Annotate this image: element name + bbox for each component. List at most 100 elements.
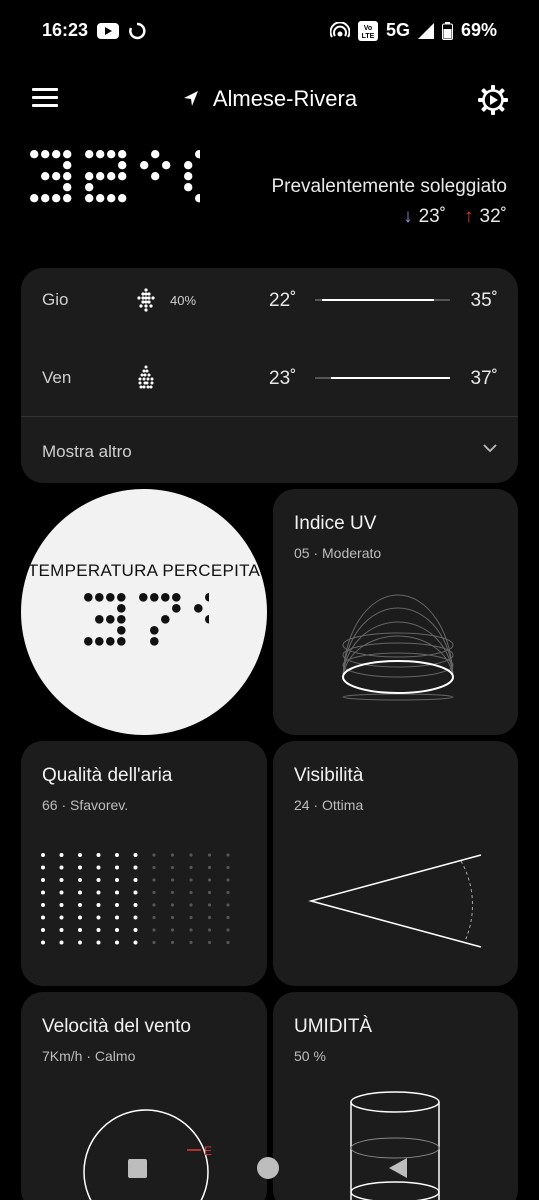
air-quality-dot bbox=[59, 915, 64, 920]
air-quality-dot bbox=[226, 865, 230, 870]
dot bbox=[118, 172, 127, 181]
dot bbox=[106, 593, 115, 602]
dot bbox=[106, 637, 115, 646]
dot bbox=[63, 150, 72, 159]
forecast-row-gio[interactable]: Gio 40% 22˚ 35˚ bbox=[21, 288, 518, 328]
air-quality-dot bbox=[115, 915, 119, 920]
air-quality-dot bbox=[41, 928, 45, 932]
air-quality-dot bbox=[189, 878, 193, 882]
visibility-tile[interactable]: Visibilità 24 · Ottima bbox=[273, 741, 518, 986]
dot bbox=[63, 172, 72, 181]
dot bbox=[117, 604, 126, 613]
air-quality-dot bbox=[96, 915, 101, 920]
air-quality-dot bbox=[96, 940, 101, 945]
forecast-precip: 40% bbox=[170, 293, 197, 308]
dot bbox=[85, 194, 94, 203]
wind-compass-graphic: E bbox=[83, 1109, 212, 1200]
feels-like-value bbox=[84, 593, 209, 646]
temp-range-track bbox=[315, 377, 450, 379]
dot bbox=[151, 172, 160, 181]
dot bbox=[107, 150, 116, 159]
home-nav-button[interactable] bbox=[257, 1157, 279, 1179]
air-quality-dot bbox=[226, 940, 230, 945]
visibility-subtitle: 24 · Ottima bbox=[294, 797, 364, 813]
signal-icon bbox=[417, 22, 434, 39]
air-quality-dot bbox=[189, 865, 193, 870]
forecast-high: 37˚ bbox=[470, 368, 498, 389]
air-quality-dot bbox=[41, 878, 45, 882]
forecast-low: 23˚ bbox=[269, 368, 297, 389]
air-quality-dot bbox=[59, 903, 64, 907]
air-quality-dot bbox=[96, 878, 101, 882]
dot bbox=[139, 593, 148, 602]
air-quality-dot bbox=[207, 903, 212, 907]
dot bbox=[41, 172, 50, 181]
air-quality-dot bbox=[115, 878, 119, 882]
dot bbox=[150, 626, 159, 635]
air-quality-dot bbox=[78, 853, 82, 857]
air-quality-dot bbox=[189, 890, 193, 895]
air-quality-dot bbox=[207, 940, 212, 945]
temp-range-track bbox=[315, 299, 450, 301]
show-more-label[interactable]: Mostra altro bbox=[42, 442, 132, 462]
dot bbox=[107, 194, 116, 203]
humidity-subtitle: 50 % bbox=[294, 1048, 326, 1064]
uv-index-tile[interactable]: Indice UV 05 · Moderato bbox=[273, 489, 518, 735]
forecast-high: 35˚ bbox=[470, 290, 498, 311]
air-quality-dot bbox=[152, 928, 156, 932]
air-quality-dot bbox=[226, 890, 230, 895]
air-quality-dot bbox=[59, 940, 64, 945]
forecast-card: Gio 40% 22˚ 35˚ Ven 23˚ 37˚ Mostra altro bbox=[21, 268, 518, 483]
uv-title: Indice UV bbox=[294, 513, 377, 534]
temp-range-fill bbox=[321, 299, 434, 301]
forecast-divider bbox=[21, 416, 518, 417]
hotspot-icon bbox=[329, 21, 350, 38]
dot bbox=[205, 593, 209, 602]
air-quality-tile[interactable]: Qualità dell'aria 66 · Sfavorev. bbox=[21, 741, 267, 986]
today-low-high: ↓ 23˚ ↑ 32˚ bbox=[403, 206, 507, 228]
air-quality-dot bbox=[152, 890, 156, 895]
air-quality-dot bbox=[207, 928, 212, 932]
air-quality-dot bbox=[78, 890, 82, 895]
settings-gear-icon[interactable] bbox=[477, 84, 509, 116]
dot bbox=[184, 183, 193, 192]
dot bbox=[30, 150, 39, 159]
today-low: 23˚ bbox=[418, 206, 447, 227]
dot bbox=[85, 183, 94, 192]
location-arrow-icon bbox=[183, 91, 198, 106]
dot bbox=[117, 615, 126, 624]
air-quality-dot bbox=[152, 940, 156, 945]
air-quality-dot bbox=[41, 853, 45, 857]
flame-icon bbox=[138, 365, 154, 389]
air-quality-dot bbox=[96, 928, 101, 932]
location-header[interactable]: Almese-Rivera bbox=[0, 86, 539, 112]
forecast-row-ven[interactable]: Ven 23˚ 37˚ bbox=[21, 365, 518, 406]
air-quality-dot-grid bbox=[41, 853, 230, 945]
air-quality-dot bbox=[133, 915, 138, 920]
feels-like-tile[interactable]: TEMPERATURA PERCEPITA bbox=[21, 489, 267, 735]
air-quality-dot bbox=[115, 853, 119, 857]
dot bbox=[205, 615, 209, 624]
recents-nav-button[interactable] bbox=[128, 1159, 147, 1178]
air-quality-dot bbox=[133, 865, 138, 870]
air-quality-dot bbox=[189, 915, 193, 920]
dot bbox=[195, 194, 200, 203]
dot bbox=[96, 194, 105, 203]
dot bbox=[52, 194, 61, 203]
back-nav-button[interactable] bbox=[387, 1156, 409, 1180]
air-quality-dot bbox=[189, 903, 193, 907]
dot bbox=[161, 615, 170, 624]
air-quality-dot bbox=[170, 853, 175, 857]
dot bbox=[118, 161, 127, 170]
air-quality-dot bbox=[226, 853, 230, 857]
dot bbox=[63, 183, 72, 192]
air-quality-dot bbox=[152, 853, 156, 857]
dot bbox=[184, 172, 193, 181]
dot bbox=[30, 194, 39, 203]
dot bbox=[184, 161, 193, 170]
chevron-down-icon[interactable] bbox=[482, 440, 498, 456]
youtube-notification-icon bbox=[97, 23, 119, 39]
air-quality-dot bbox=[78, 928, 82, 932]
air-quality-dot bbox=[115, 890, 119, 895]
sync-icon bbox=[129, 22, 146, 40]
